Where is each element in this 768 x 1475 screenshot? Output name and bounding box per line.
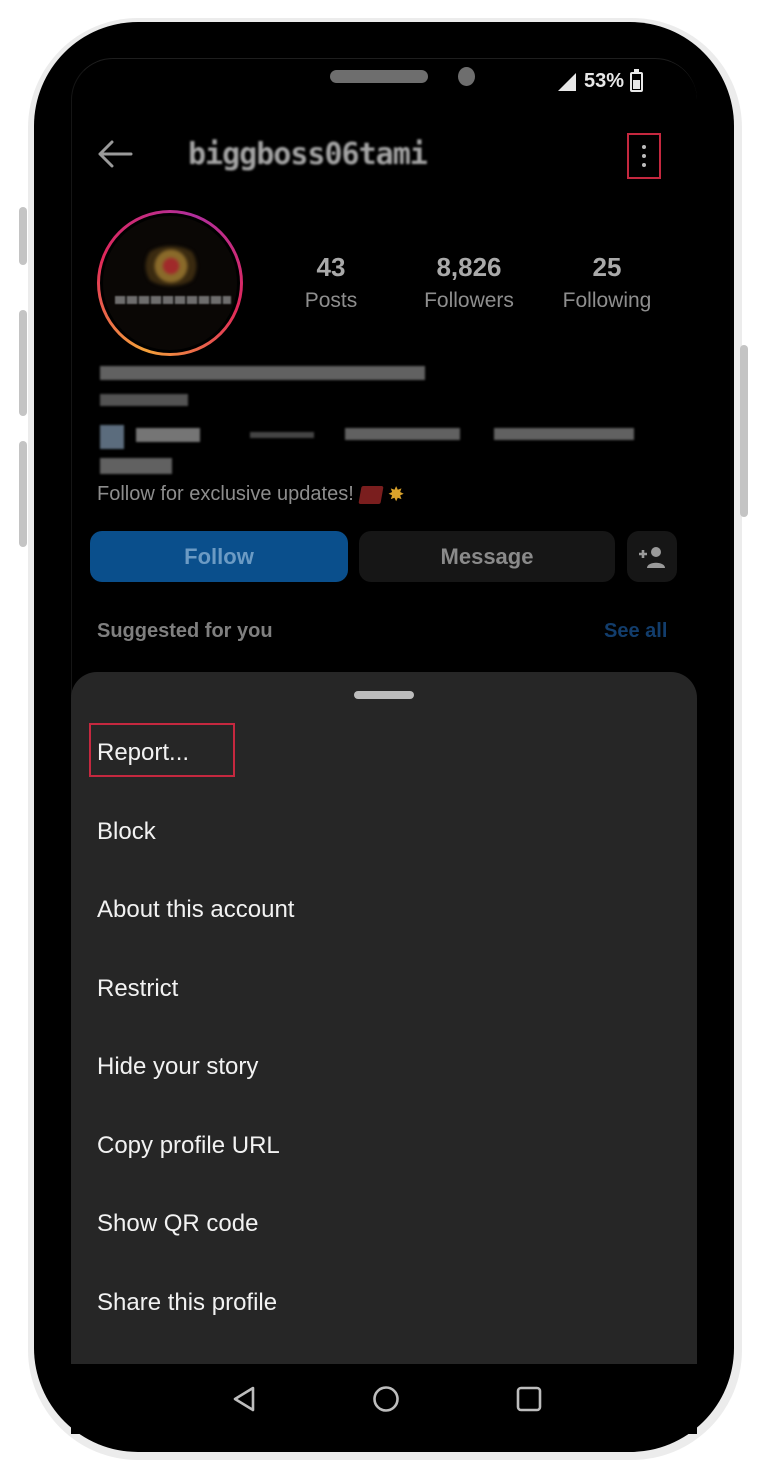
see-all-link[interactable]: See all <box>604 620 667 643</box>
speaker-grille <box>330 70 428 83</box>
front-camera <box>458 67 475 86</box>
stat-posts[interactable]: 43 Posts <box>294 252 368 313</box>
menu-item-about-account[interactable]: About this account <box>97 896 294 924</box>
menu-item-restrict[interactable]: Restrict <box>97 975 178 1003</box>
posts-count: 43 <box>316 252 346 282</box>
avatar-emblem <box>141 246 201 286</box>
posts-label: Posts <box>304 289 358 312</box>
following-label: Following <box>562 289 652 312</box>
system-navigation-bar <box>71 1364 697 1434</box>
followers-count: 8,826 <box>436 252 502 282</box>
menu-item-report[interactable]: Report... <box>97 739 189 767</box>
options-bottom-sheet: Report... Block About this account Restr… <box>71 672 697 1364</box>
bio-text: Follow for exclusive updates! ✸ <box>97 483 405 506</box>
profile-username: biggboss06tami <box>188 137 428 172</box>
more-options-button[interactable] <box>627 133 661 179</box>
menu-item-qr-code[interactable]: Show QR code <box>97 1210 258 1238</box>
battery-percent: 53% <box>584 70 625 92</box>
stat-followers[interactable]: 8,826 Followers <box>410 252 528 313</box>
menu-item-share-profile[interactable]: Share this profile <box>97 1289 277 1317</box>
message-button[interactable]: Message <box>359 531 615 582</box>
status-bar: 53% <box>556 68 644 93</box>
nav-back-icon[interactable] <box>229 1384 259 1414</box>
volume-down-button <box>19 441 27 547</box>
signal-icon <box>558 72 576 91</box>
hundred-points-icon <box>358 485 384 504</box>
suggest-users-button[interactable] <box>627 531 677 582</box>
more-vertical-icon <box>642 145 646 149</box>
following-count: 25 <box>592 252 622 282</box>
person-add-icon <box>639 546 665 568</box>
volume-up-button <box>19 310 27 416</box>
menu-item-copy-url[interactable]: Copy profile URL <box>97 1132 280 1160</box>
drag-handle[interactable] <box>354 691 414 699</box>
profile-header: biggboss06tami <box>71 125 697 185</box>
power-button <box>740 345 748 517</box>
battery-icon <box>630 68 644 92</box>
arrow-left-icon[interactable] <box>95 137 135 171</box>
menu-item-hide-story[interactable]: Hide your story <box>97 1053 258 1081</box>
suggested-title: Suggested for you <box>97 620 273 642</box>
collision-icon: ✸ <box>387 484 405 506</box>
profile-avatar[interactable] <box>97 210 243 356</box>
stat-following[interactable]: 25 Following <box>552 252 662 313</box>
menu-item-block[interactable]: Block <box>97 818 156 846</box>
nav-recents-icon[interactable] <box>514 1384 544 1414</box>
followers-label: Followers <box>424 289 514 312</box>
nav-home-icon[interactable] <box>371 1384 401 1414</box>
avatar-caption <box>115 296 231 304</box>
follow-button[interactable]: Follow <box>90 531 348 582</box>
phone-side-button <box>19 207 27 265</box>
